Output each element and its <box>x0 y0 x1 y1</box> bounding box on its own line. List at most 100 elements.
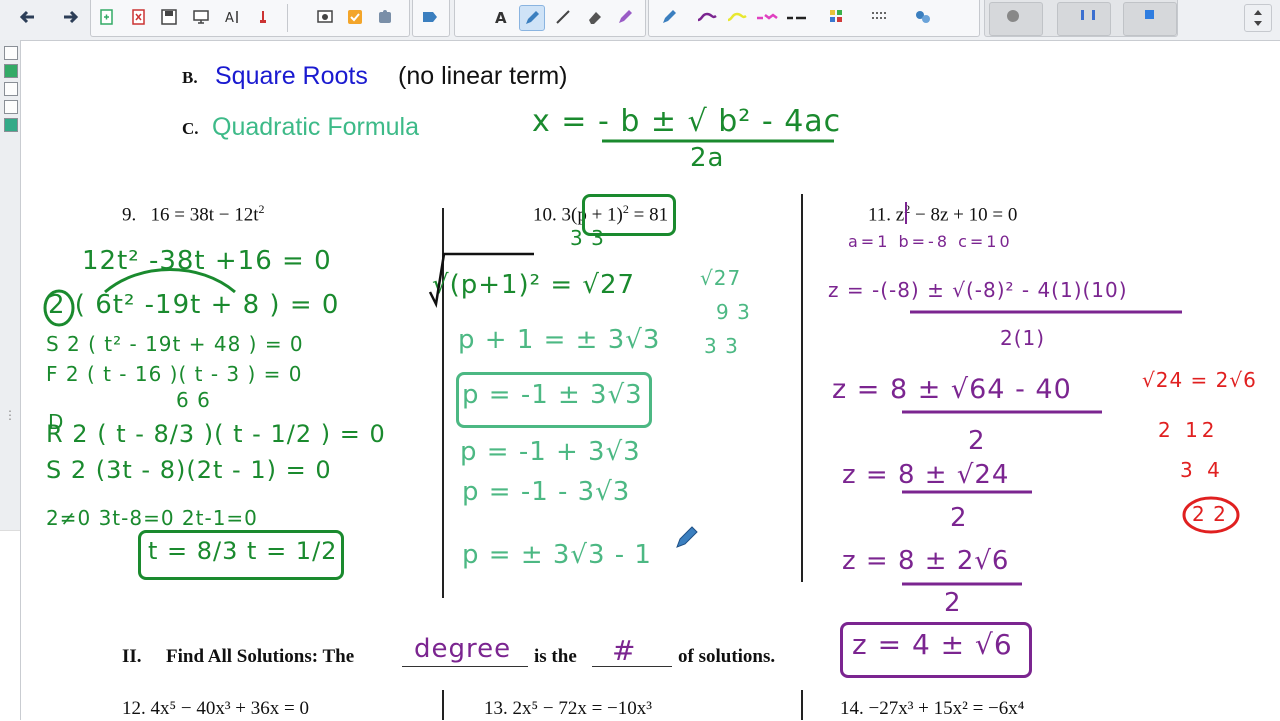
work-line: S 2 (3t - 8)(2t - 1) = 0 <box>46 456 332 484</box>
work-line: 2 <box>950 503 968 533</box>
check-icon <box>348 10 362 24</box>
fraction-bar-2 <box>902 410 1102 414</box>
toolbar: A A <box>0 0 1280 41</box>
stop-icon <box>1145 10 1154 19</box>
answer-box-9 <box>138 530 344 580</box>
answer-box-11 <box>840 622 1032 678</box>
text-recognition-button[interactable]: A <box>221 5 245 29</box>
page-tools-group: A <box>90 0 410 37</box>
work-line: 3 4 <box>1180 458 1224 482</box>
eraser-icon <box>589 12 601 24</box>
line-style-group <box>648 0 980 37</box>
forward-button[interactable] <box>58 5 82 29</box>
check-button[interactable] <box>343 5 367 29</box>
section-c-title: Quadratic Formula <box>212 113 420 141</box>
svg-text:A: A <box>225 11 234 25</box>
squiggle-purple-icon <box>697 12 717 22</box>
addons-icon[interactable] <box>4 118 18 132</box>
attachments-icon[interactable] <box>4 82 18 96</box>
degree-blank <box>402 666 528 667</box>
delete-page-button[interactable] <box>127 5 151 29</box>
work-line: S 2 ( t² - 19t + 48 ) = 0 <box>46 332 304 356</box>
arrow-right-icon <box>64 10 79 24</box>
section-b-title: Square Roots <box>215 62 368 90</box>
screen-shade-icon <box>193 10 209 24</box>
degree-answer: degree <box>414 634 512 664</box>
line-button[interactable] <box>551 5 575 29</box>
gallery-icon[interactable] <box>4 64 18 78</box>
work-line: 3 3 <box>570 226 605 250</box>
page-delete-icon <box>132 9 145 25</box>
work-line: R 2 ( t - 8/3 )( t - 1/2 ) = 0 <box>46 420 386 448</box>
draw-tools-group: A <box>454 0 646 37</box>
problem-13: 13. 2x⁵ − 72x = −10x³ <box>484 698 652 719</box>
problem-11-number: 11. <box>868 204 892 226</box>
add-page-button[interactable] <box>95 5 119 29</box>
properties-icon[interactable] <box>4 100 18 114</box>
capture-icon <box>317 10 333 23</box>
column-divider-right-2 <box>801 690 803 720</box>
expand-icon <box>1254 10 1262 26</box>
highlighter-button[interactable] <box>613 5 637 29</box>
dot-icon <box>1007 10 1019 22</box>
table-button[interactable] <box>867 5 891 29</box>
fraction-bar-3 <box>902 490 1032 494</box>
red-circle <box>1182 496 1240 534</box>
work-line: √27 <box>700 266 742 290</box>
line-color-purple[interactable] <box>695 5 719 29</box>
section-c-letter: C. <box>182 119 199 138</box>
eraser-button[interactable] <box>583 5 607 29</box>
squiggle-magenta-icon <box>757 13 778 20</box>
swap-arc <box>104 268 236 294</box>
sidebar-blank <box>0 530 20 721</box>
shapes-icon <box>423 12 437 22</box>
count-answer: # <box>612 634 637 667</box>
shapes-button[interactable] <box>418 5 442 29</box>
save-button[interactable] <box>157 5 181 29</box>
fill-button[interactable] <box>825 5 849 29</box>
gcf-circle <box>43 289 75 327</box>
work-line: 3 3 <box>704 334 739 358</box>
work-line: 2 <box>944 588 962 618</box>
problem-11: 11. z2 − 8z + 10 = 0 <box>868 202 1017 226</box>
work-line: z = 8 ± √24 <box>842 460 1010 490</box>
side-panel: ⋮ <box>0 40 21 721</box>
line-color-yellow[interactable] <box>725 5 749 29</box>
arrow-left-icon <box>19 10 34 24</box>
puzzle-button[interactable] <box>373 5 397 29</box>
work-line: p = ± 3√3 - 1 <box>462 540 652 570</box>
puzzle-icon <box>379 10 391 23</box>
radical-sign <box>428 252 534 308</box>
back-button[interactable] <box>16 5 40 29</box>
section-ii-text-b: is the <box>534 646 577 667</box>
sidebar-resize-grip[interactable]: ⋮ <box>0 408 20 426</box>
link-button[interactable] <box>911 5 935 29</box>
stop-swatch[interactable] <box>1123 2 1177 36</box>
answer-box-10 <box>456 372 652 428</box>
work-line: √24 = 2√6 <box>1142 368 1257 392</box>
section-b-subtitle: (no linear term) <box>398 62 568 90</box>
line-color-magenta[interactable] <box>755 5 779 29</box>
pen-button[interactable] <box>519 5 545 31</box>
screen-shade-button[interactable] <box>189 5 213 29</box>
pen-settings-icon <box>663 10 676 23</box>
section-ii-text-c: of solutions. <box>678 646 776 667</box>
section-ii-text-a: Find All Solutions: The <box>166 646 355 667</box>
line-color-black[interactable] <box>785 5 809 29</box>
line-icon <box>556 10 570 24</box>
font-button[interactable]: A <box>489 5 513 29</box>
pen-settings-button[interactable] <box>657 5 681 29</box>
page-sorter-icon[interactable] <box>4 46 18 60</box>
fraction-bar-1 <box>910 310 1182 314</box>
svg-text:A: A <box>495 9 507 25</box>
column-divider-right <box>801 194 803 582</box>
problem-9: 9. 16 = 38t − 12t2 <box>122 202 265 226</box>
text-recognition-icon: A <box>225 11 238 25</box>
undo-button[interactable] <box>251 5 275 29</box>
expand-toolbar-button[interactable] <box>1244 4 1272 32</box>
capture-button[interactable] <box>313 5 337 29</box>
pen-cursor-icon <box>676 526 698 548</box>
section-b-letter: B. <box>182 68 198 87</box>
work-line: 2 12 <box>1158 418 1219 442</box>
work-line: p = -1 + 3√3 <box>460 437 641 467</box>
